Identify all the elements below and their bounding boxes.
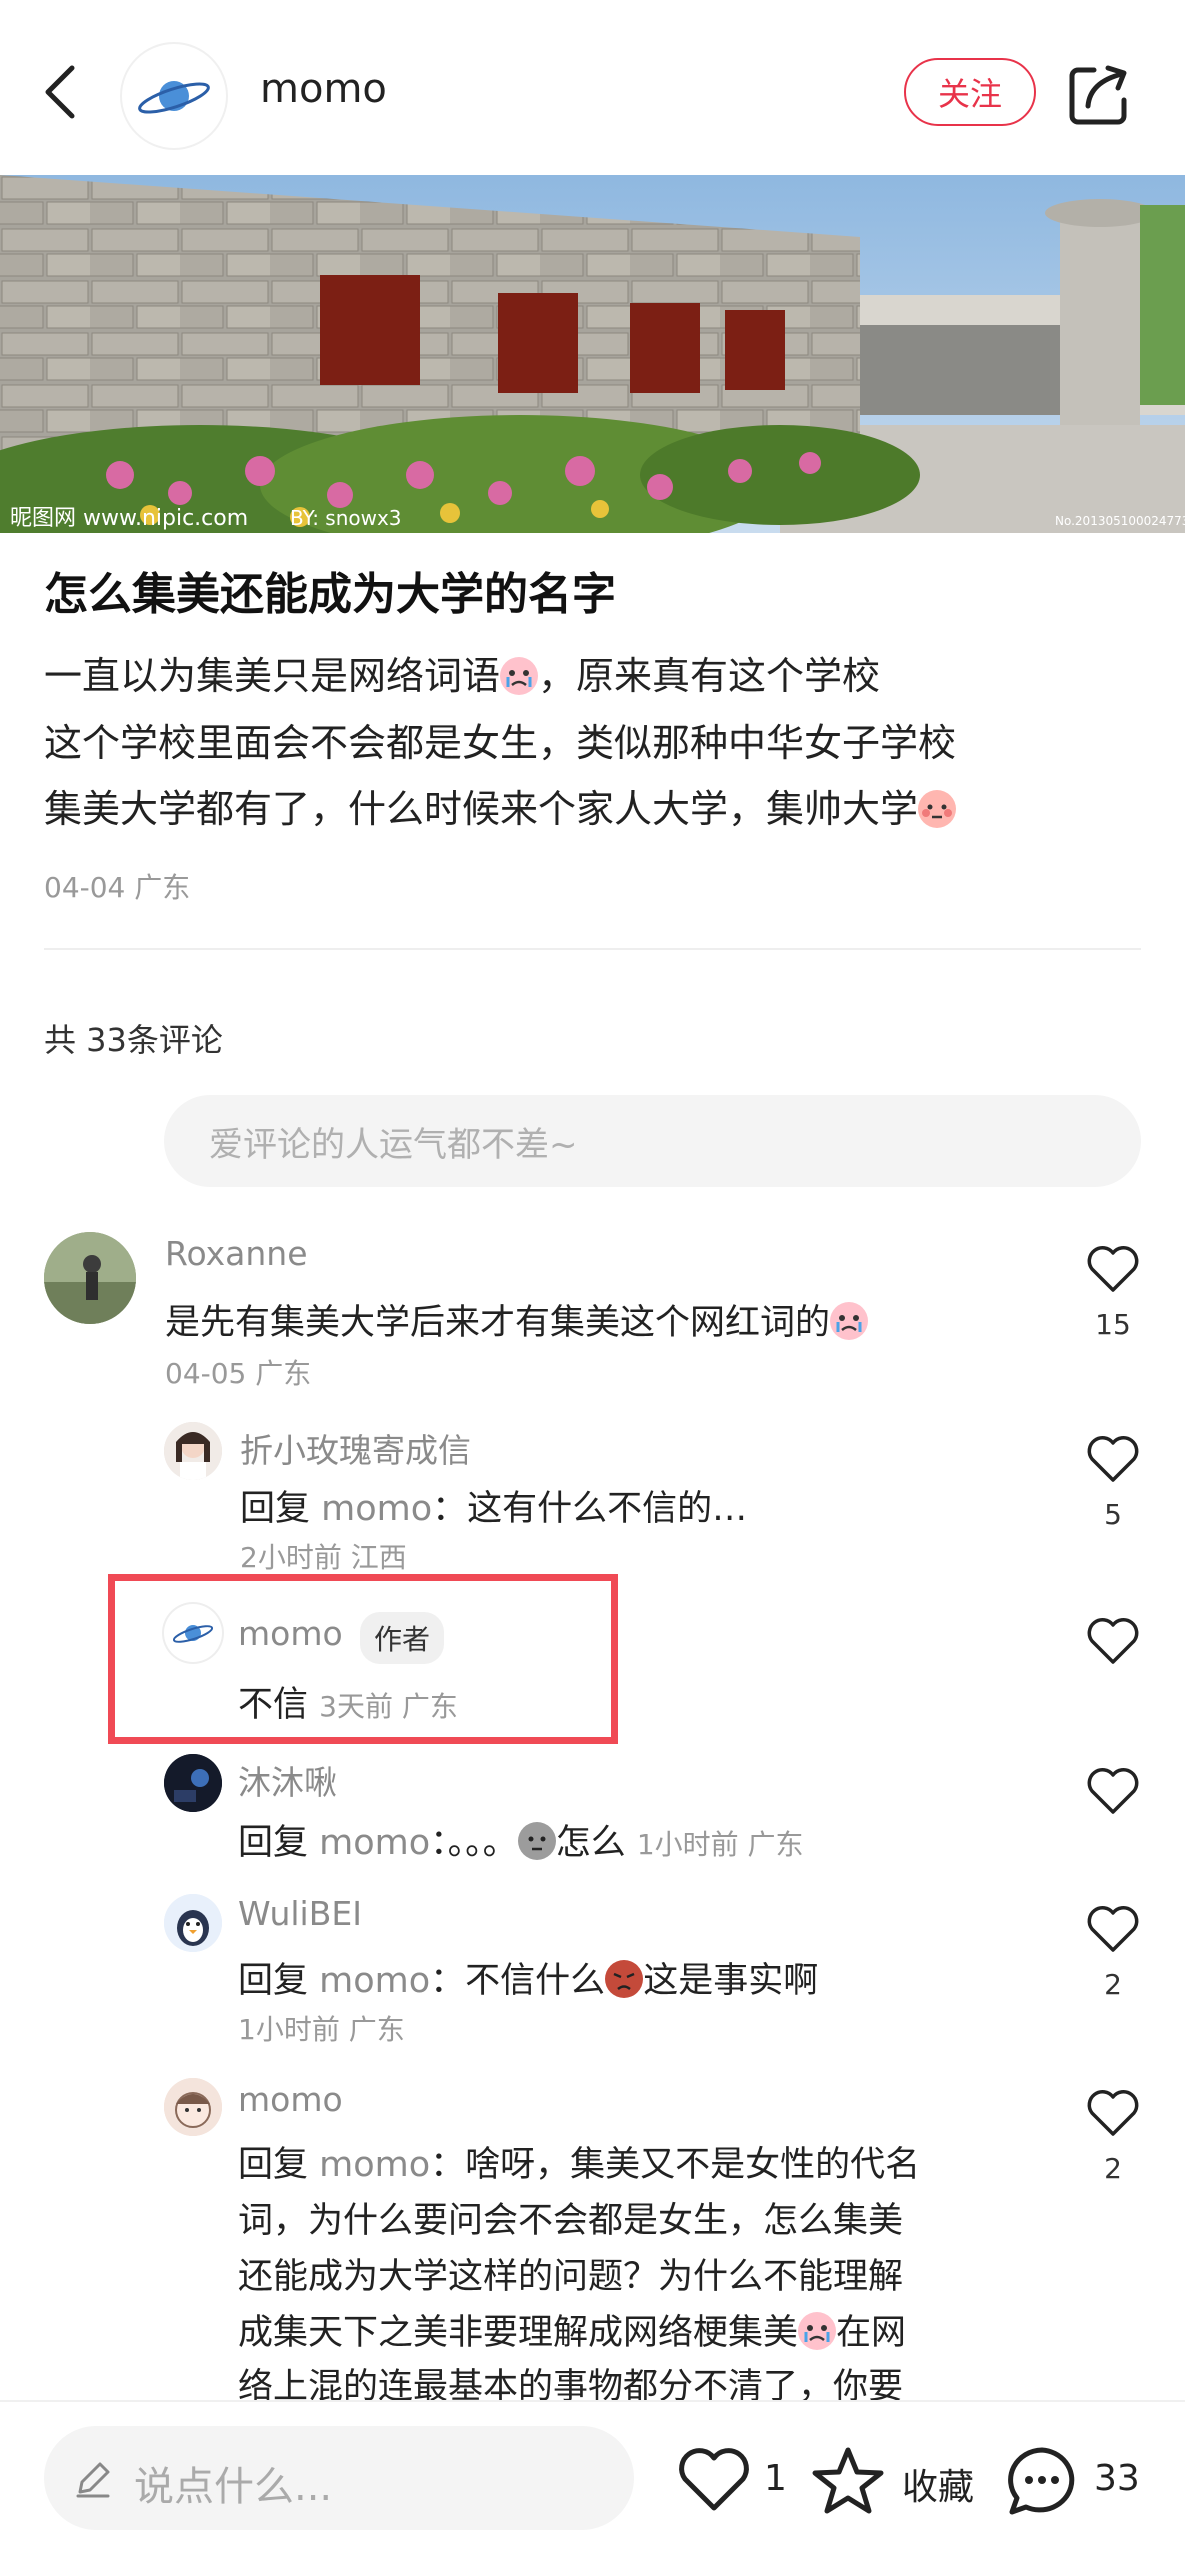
crying-emoji-icon [830,1302,869,1340]
post-date-location: 04-04 广东 [44,871,191,904]
comment-author[interactable]: momo [238,2080,343,2119]
comment-author[interactable]: 折小玫瑰寄成信 [240,1424,471,1472]
post-line-3: 集美大学都有了，什么时候来个家人大学，集帅大学 [44,778,957,833]
comment-text: 回复 momo：不信什么 这是事实啊 [238,1960,819,2001]
author-avatar[interactable] [122,44,226,148]
star-icon[interactable] [810,2444,886,2516]
angry-emoji-icon [605,1960,644,1998]
comment-text: 是先有集美大学后来才有集美这个网红词的 [165,1294,869,1345]
comment-input[interactable]: 爱评论的人运气都不差~ [164,1095,1141,1187]
compose-placeholder[interactable]: 说点什么... [134,2454,332,2512]
like-count: 5 [1104,1498,1122,1531]
comment-compose-input[interactable] [44,2426,634,2530]
heart-icon[interactable] [1086,1244,1140,1294]
comment-text-line: 还能成为大学这样的问题？为什么不能理解 [238,2257,904,2297]
post-line-2: 这个学校里面会不会都是女生，类似那种中华女子学校 [44,721,957,765]
divider [44,948,1141,950]
post-comment-count[interactable]: 33 [1094,2458,1140,2499]
author-name[interactable]: momo [260,66,387,112]
like-count: 15 [1095,1308,1131,1341]
speechless-emoji-icon [517,1822,556,1860]
post-like-count: 1 [764,2458,787,2499]
avatar[interactable] [164,1894,222,1952]
heart-icon[interactable] [1086,2088,1140,2138]
comment-text: 回复 momo：这有什么不信的… [240,1489,748,1529]
comment-text: 不信 3天前 广东 [238,1685,458,1725]
heart-icon[interactable] [1086,1766,1140,1816]
share-external-icon[interactable] [1064,60,1134,130]
comment-time: 2小时前 江西 [240,1541,407,1574]
comment-text-line: 成集天下之美非要理解成网络梗集美 在网 [238,2312,907,2353]
like-count: 2 [1104,2152,1122,2185]
planet-icon [138,81,210,114]
follow-button[interactable]: 关注 [904,58,1036,126]
watermark-left: 昵图网 www.nipic.com [10,506,248,531]
crying-emoji-icon [500,657,539,695]
avatar[interactable] [44,1232,136,1324]
post-line-1: 一直以为集美只是网络词语 ，原来真有这个学校 [44,654,881,698]
heart-icon[interactable] [1086,1616,1140,1666]
heart-icon[interactable] [676,2446,752,2514]
planet-icon [172,1625,214,1643]
comment-time: 1小时前 广东 [636,1828,804,1861]
comment-time: 04-05 广东 [165,1357,312,1390]
watermark-right: No.20130510002477300 [1055,514,1185,528]
post-title: 怎么集美还能成为大学的名字 [44,569,616,620]
university-gate-photo: 昵图网 www.nipic.com BY: snowx3 No.20130510… [0,175,1185,533]
crying-emoji-icon [798,2312,837,2350]
heart-icon[interactable] [1086,1904,1140,1954]
comment-count: 共 33条评论 [44,1021,223,1059]
avatar[interactable] [164,1754,222,1812]
comment-text: 回复 momo：。。。 怎么 1小时前 广东 [238,1822,804,1863]
author-tag: 作者 [360,1612,445,1664]
comment-text-line: 词，为什么要问会不会都是女生，怎么集美 [238,2201,904,2241]
back-chevron-icon[interactable] [38,62,88,122]
shy-emoji-icon [918,790,957,828]
comment-time: 1小时前 广东 [238,2013,405,2046]
watermark-by: BY: snowx3 [290,506,402,530]
comment-author[interactable]: Roxanne [165,1234,308,1273]
comment-time: 3天前 广东 [319,1690,458,1723]
avatar[interactable] [164,2078,222,2136]
comment-bubble-icon[interactable] [1004,2444,1080,2518]
comment-author[interactable]: 沐沐啾 [238,1756,337,1804]
comment-text-line: 回复 momo：啥呀，集美又不是女性的代名 [238,2145,921,2185]
pencil-icon [76,2462,110,2498]
heart-icon[interactable] [1086,1434,1140,1484]
comment-author[interactable]: momo [238,1614,343,1653]
avatar[interactable] [164,1422,222,1480]
like-count: 2 [1104,1968,1122,2001]
comment-author[interactable]: WuliBEI [238,1894,362,1933]
avatar[interactable] [164,1604,222,1662]
collect-label[interactable]: 收藏 [902,2458,974,2510]
post-image[interactable]: 昵图网 www.nipic.com BY: snowx3 No.20130510… [0,175,1185,533]
